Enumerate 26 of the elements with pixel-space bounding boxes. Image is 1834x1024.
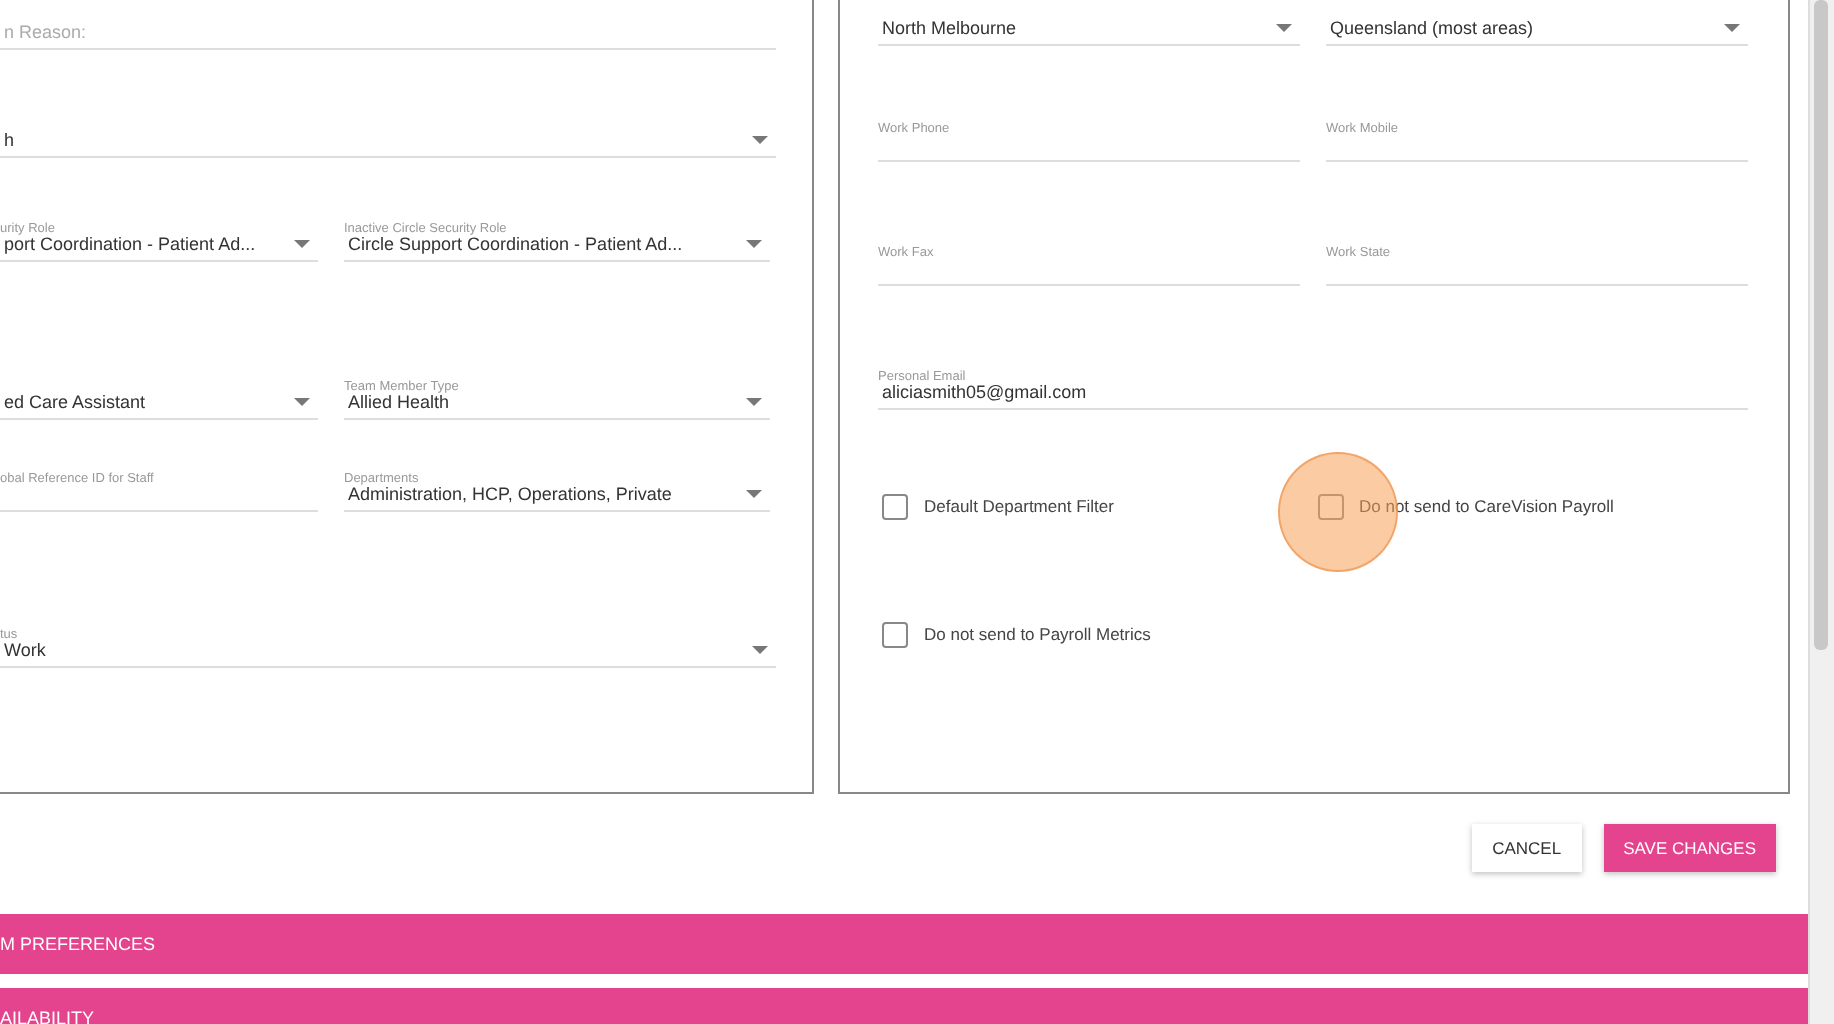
caret-icon: [752, 135, 768, 143]
section-header[interactable]: M PREFERENCES: [0, 914, 1809, 974]
checkbox-label: Do not send to CareVision Payroll: [1359, 496, 1614, 516]
checkbox[interactable]: [882, 493, 908, 519]
caret-icon: [1724, 23, 1740, 31]
caret-icon: [294, 397, 310, 405]
checkbox-label: Default Department Filter: [924, 496, 1114, 516]
scrollbar-thumb[interactable]: [1814, 0, 1829, 650]
checkbox[interactable]: [1317, 493, 1343, 519]
select-field[interactable]: Queensland (most areas): [1326, 10, 1748, 46]
save-button[interactable]: SAVE CHANGES: [1603, 824, 1777, 872]
caret-icon: [752, 645, 768, 653]
caret-icon: [746, 239, 762, 247]
caret-icon: [746, 397, 762, 405]
caret-icon: [1276, 23, 1292, 31]
scrollbar[interactable]: [1808, 0, 1834, 1024]
caret-icon: [746, 489, 762, 497]
checkbox-label: Do not send to Payroll Metrics: [924, 624, 1151, 644]
checkbox[interactable]: [882, 621, 908, 647]
input-field[interactable]: n Reason:: [0, 14, 776, 50]
select-field[interactable]: h: [0, 122, 776, 158]
select-field[interactable]: North Melbourne: [878, 10, 1300, 46]
section-header[interactable]: AILABILITY: [0, 988, 1809, 1024]
select-field[interactable]: ed Care Assistant: [0, 384, 318, 420]
caret-icon: [294, 239, 310, 247]
cancel-button[interactable]: CANCEL: [1472, 824, 1582, 872]
